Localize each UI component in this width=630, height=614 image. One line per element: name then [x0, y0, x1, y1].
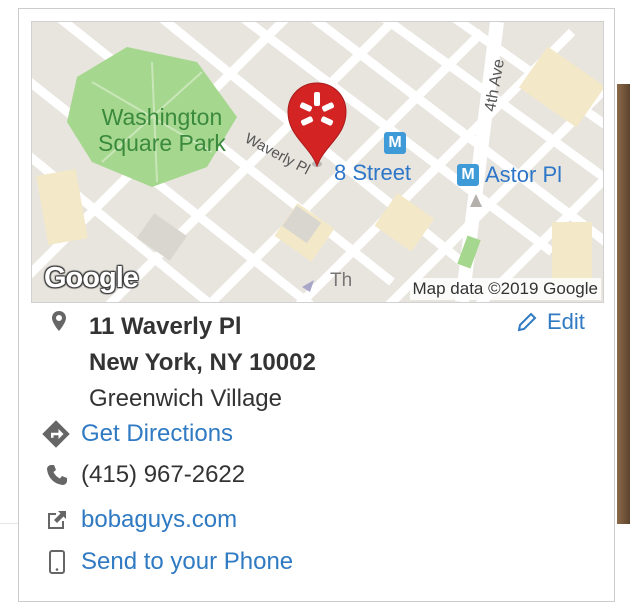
- map-marker-icon: [52, 311, 66, 331]
- business-photo-edge: [617, 84, 630, 524]
- address-line-2: New York, NY 10002: [89, 349, 316, 376]
- metro-icon: M: [384, 132, 406, 154]
- park-label: Washington Square Park: [98, 104, 226, 156]
- neighborhood: Greenwich Village: [89, 385, 282, 412]
- send-to-phone-row[interactable]: Send to your Phone: [45, 545, 293, 579]
- map-attribution: Map data ©2019 Google: [409, 278, 601, 300]
- address-block: 11 Waverly Pl New York, NY 10002 Greenwi…: [89, 309, 316, 417]
- get-directions-row[interactable]: Get Directions: [41, 419, 233, 449]
- metro-icon: M: [457, 164, 479, 186]
- pencil-icon: [517, 312, 537, 332]
- map-pin-icon[interactable]: [282, 80, 352, 170]
- address-line-1: 11 Waverly Pl: [89, 313, 242, 340]
- address-row: [47, 309, 71, 333]
- directions-icon: [42, 420, 70, 448]
- phone-row: (415) 967-2622: [45, 461, 245, 489]
- website-link[interactable]: bobaguys.com: [81, 506, 237, 534]
- external-link-icon: [48, 511, 66, 529]
- map[interactable]: Washington Square Park Waverly Pl 4th Av…: [31, 21, 604, 303]
- phone-icon: [47, 465, 67, 485]
- send-to-phone-link[interactable]: Send to your Phone: [81, 548, 293, 576]
- divider: [0, 523, 20, 524]
- phone-number: (415) 967-2622: [81, 461, 246, 488]
- website-row[interactable]: bobaguys.com: [45, 506, 237, 534]
- edit-label[interactable]: Edit: [547, 309, 585, 335]
- google-logo: Google: [44, 262, 139, 294]
- mobile-phone-icon: [49, 550, 65, 574]
- location-card: Washington Square Park Waverly Pl 4th Av…: [18, 8, 615, 602]
- street-label-partial-bottom: Th: [330, 270, 353, 291]
- edit-button[interactable]: Edit: [515, 309, 585, 335]
- get-directions-link[interactable]: Get Directions: [81, 420, 233, 448]
- metro-label-astor-pl: Astor Pl: [485, 162, 563, 187]
